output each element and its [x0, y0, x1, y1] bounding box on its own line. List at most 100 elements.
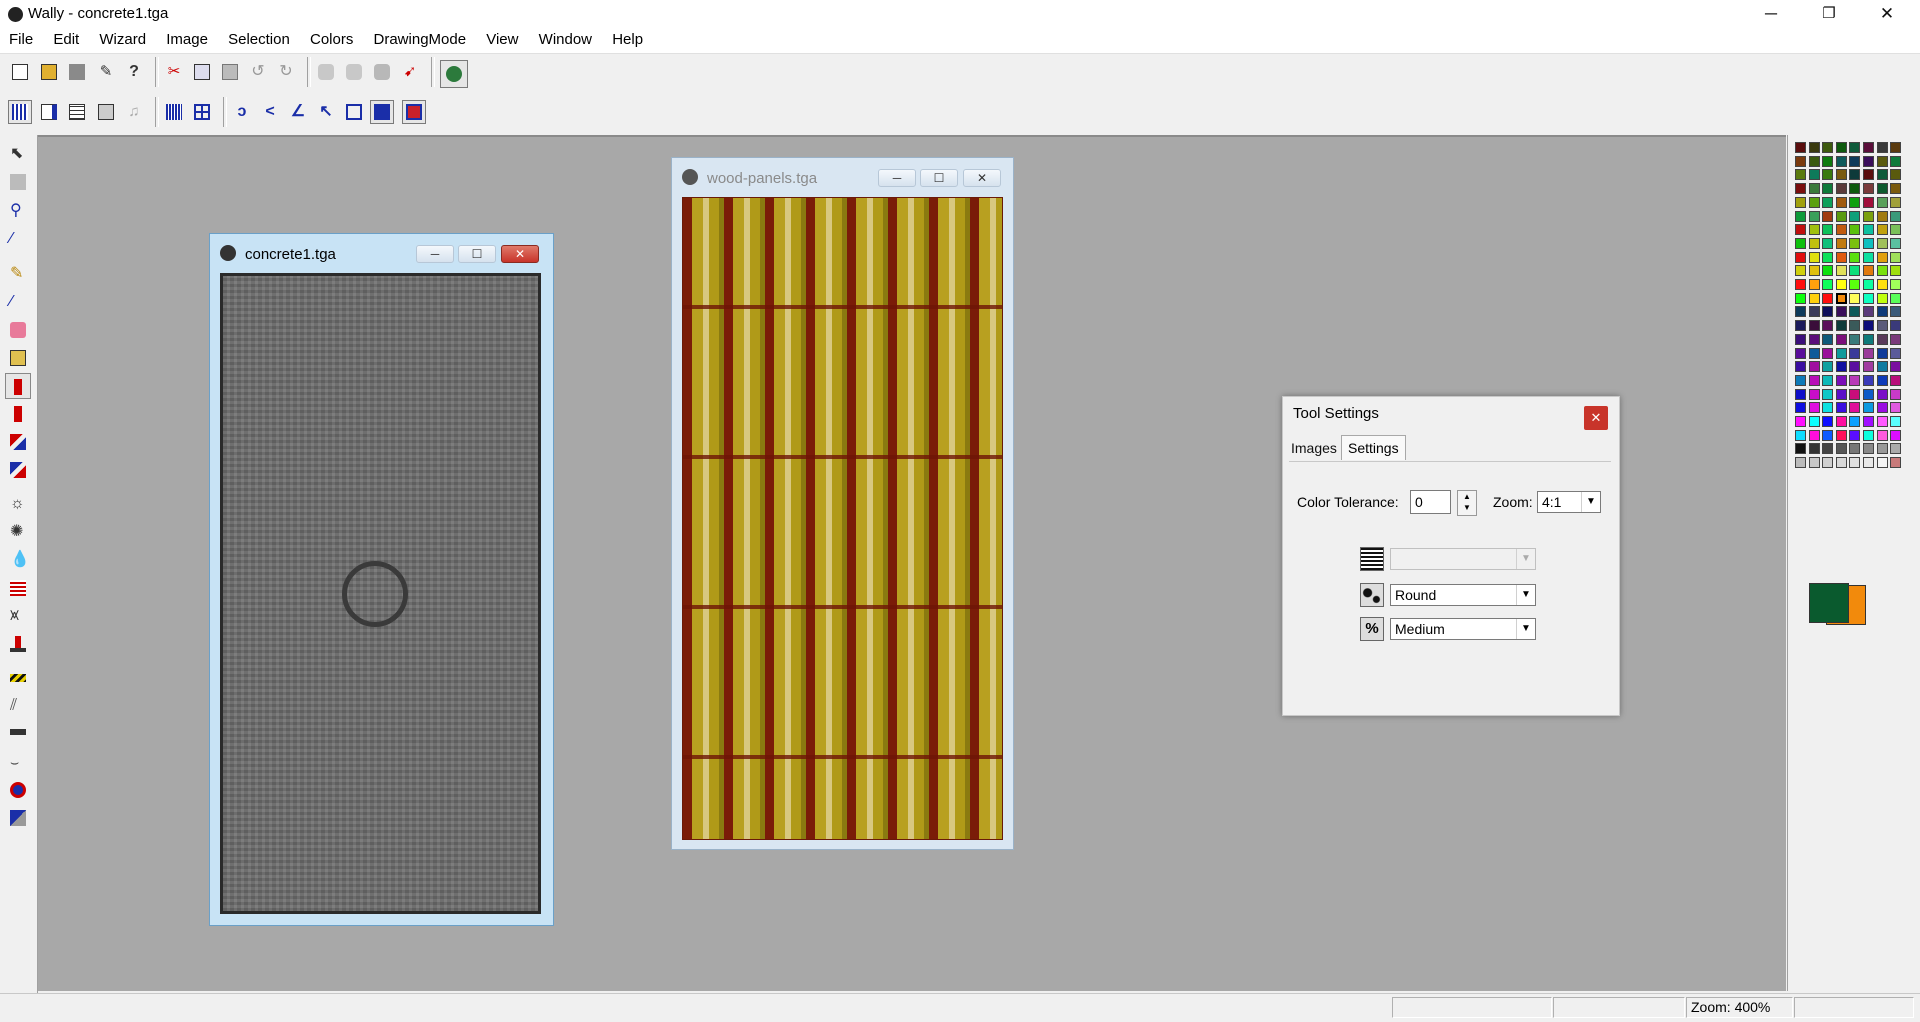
- palette-swatch[interactable]: [1822, 210, 1834, 222]
- arrow-corner-button[interactable]: ↖: [314, 100, 338, 124]
- palette-swatch[interactable]: [1795, 416, 1806, 427]
- tool-select[interactable]: ⬉: [5, 141, 31, 167]
- palette-swatch[interactable]: [1849, 388, 1861, 400]
- redo-button[interactable]: ↻: [274, 60, 298, 84]
- palette-swatch[interactable]: [1808, 333, 1820, 345]
- palette-swatch[interactable]: [1822, 374, 1834, 386]
- palette-swatch[interactable]: [1849, 224, 1861, 236]
- help-button[interactable]: ?: [122, 60, 146, 84]
- palette-swatch[interactable]: [1835, 237, 1847, 249]
- palette-swatch[interactable]: [1890, 333, 1902, 345]
- palette-swatch[interactable]: [1849, 347, 1861, 359]
- primary-color-swatch[interactable]: [1809, 583, 1849, 623]
- tool-settings-panel[interactable]: Tool Settings ✕ Images Settings Color To…: [1282, 396, 1620, 716]
- filter1-button[interactable]: [314, 60, 338, 84]
- palette-swatch[interactable]: [1876, 224, 1888, 236]
- palette-swatch[interactable]: [1835, 320, 1847, 332]
- palette-swatch[interactable]: [1863, 210, 1874, 222]
- palette-swatch[interactable]: [1890, 320, 1902, 332]
- palette-swatch[interactable]: [1876, 279, 1888, 290]
- tool-settings-close-button[interactable]: ✕: [1584, 406, 1608, 430]
- palette-swatch[interactable]: [1808, 388, 1820, 400]
- save-button[interactable]: [65, 60, 89, 84]
- tool-hatch[interactable]: ⫽: [5, 693, 31, 719]
- palette-swatch[interactable]: [1835, 196, 1847, 208]
- palette-swatch[interactable]: [1808, 142, 1820, 153]
- palette-swatch[interactable]: [1795, 210, 1806, 222]
- palette-swatch[interactable]: [1835, 292, 1847, 304]
- arrow-left-button[interactable]: <: [258, 100, 282, 124]
- palette-swatch[interactable]: [1849, 292, 1861, 304]
- new-button[interactable]: [8, 60, 32, 84]
- palette-swatch[interactable]: [1808, 457, 1820, 469]
- palette-swatch[interactable]: [1876, 155, 1888, 167]
- menu-edit[interactable]: Edit: [53, 29, 79, 50]
- brush-size-select[interactable]: Medium ▼: [1390, 618, 1536, 640]
- palette-swatch[interactable]: [1890, 251, 1902, 263]
- menu-view[interactable]: View: [486, 29, 518, 50]
- palette-swatch[interactable]: [1795, 361, 1806, 373]
- palette-swatch[interactable]: [1863, 224, 1874, 236]
- grid-fine-button[interactable]: [8, 100, 32, 124]
- palette-swatch[interactable]: [1795, 457, 1806, 469]
- palette-swatch[interactable]: [1808, 183, 1820, 195]
- palette-swatch[interactable]: [1890, 237, 1902, 249]
- palette-swatch[interactable]: [1822, 196, 1834, 208]
- wood-window-caption[interactable]: wood-panels.tga ─ ☐ ✕: [672, 158, 1013, 196]
- color-palette[interactable]: [1787, 135, 1920, 991]
- spiral-button[interactable]: ↄ: [230, 100, 254, 124]
- palette-swatch[interactable]: [1863, 292, 1874, 304]
- pointer-red-button[interactable]: ➹: [398, 60, 422, 84]
- palette-swatch[interactable]: [1863, 142, 1874, 153]
- palette-swatch[interactable]: [1822, 416, 1834, 427]
- tool-stamp[interactable]: [5, 631, 31, 657]
- palette-swatch[interactable]: [1876, 333, 1888, 345]
- tolerance-spinner[interactable]: ▲ ▼: [1457, 490, 1477, 516]
- palette-swatch[interactable]: [1795, 279, 1806, 290]
- palette-swatch[interactable]: [1835, 443, 1847, 455]
- palette-swatch[interactable]: [1876, 306, 1888, 318]
- palette-swatch[interactable]: [1835, 142, 1847, 153]
- tool-eyedropper[interactable]: ⁄: [5, 226, 31, 252]
- palette-swatch[interactable]: [1808, 306, 1820, 318]
- tool-spray[interactable]: [5, 373, 31, 399]
- tab-images[interactable]: Images: [1289, 437, 1339, 459]
- palette-swatch[interactable]: [1890, 210, 1902, 222]
- tab-settings[interactable]: Settings: [1341, 435, 1406, 460]
- palette-swatch[interactable]: [1795, 443, 1806, 455]
- palette-swatch[interactable]: [1863, 237, 1874, 249]
- palette-swatch[interactable]: [1863, 374, 1874, 386]
- palette-swatch[interactable]: [1876, 361, 1888, 373]
- palette-swatch[interactable]: [1835, 183, 1847, 195]
- tool-pixel[interactable]: [5, 805, 31, 831]
- palette-swatch[interactable]: [1808, 224, 1820, 236]
- palette-swatch[interactable]: [1822, 457, 1834, 469]
- palette-swatch[interactable]: [1822, 402, 1834, 414]
- palette-swatch[interactable]: [1795, 306, 1806, 318]
- zoom-select[interactable]: 4:1 ▼: [1537, 491, 1601, 513]
- layers-button[interactable]: [342, 100, 366, 124]
- palette-swatch[interactable]: [1876, 374, 1888, 386]
- palette-swatch[interactable]: [1890, 361, 1902, 373]
- menu-selection[interactable]: Selection: [228, 29, 290, 50]
- palette-swatch[interactable]: [1795, 347, 1806, 359]
- palette-swatch[interactable]: [1876, 429, 1888, 441]
- palette-swatch[interactable]: [1890, 265, 1902, 277]
- palette-swatch[interactable]: [1863, 251, 1874, 263]
- palette-swatch[interactable]: [1876, 320, 1888, 332]
- palette-swatch[interactable]: [1808, 237, 1820, 249]
- palette-swatch[interactable]: [1822, 429, 1834, 441]
- palette-swatch[interactable]: [1890, 306, 1902, 318]
- concrete-minimize-button[interactable]: ─: [416, 245, 454, 263]
- palette-swatch[interactable]: [1849, 155, 1861, 167]
- palette-swatch[interactable]: [1849, 374, 1861, 386]
- palette-swatch[interactable]: [1822, 224, 1834, 236]
- palette-swatch[interactable]: [1822, 333, 1834, 345]
- open-button[interactable]: [37, 60, 61, 84]
- fill-navy-button[interactable]: [370, 100, 394, 124]
- palette-swatch[interactable]: [1822, 183, 1834, 195]
- palette-swatch[interactable]: [1795, 237, 1806, 249]
- palette-swatch[interactable]: [1822, 292, 1834, 304]
- palette-swatch[interactable]: [1808, 429, 1820, 441]
- palette-swatch[interactable]: [1795, 374, 1806, 386]
